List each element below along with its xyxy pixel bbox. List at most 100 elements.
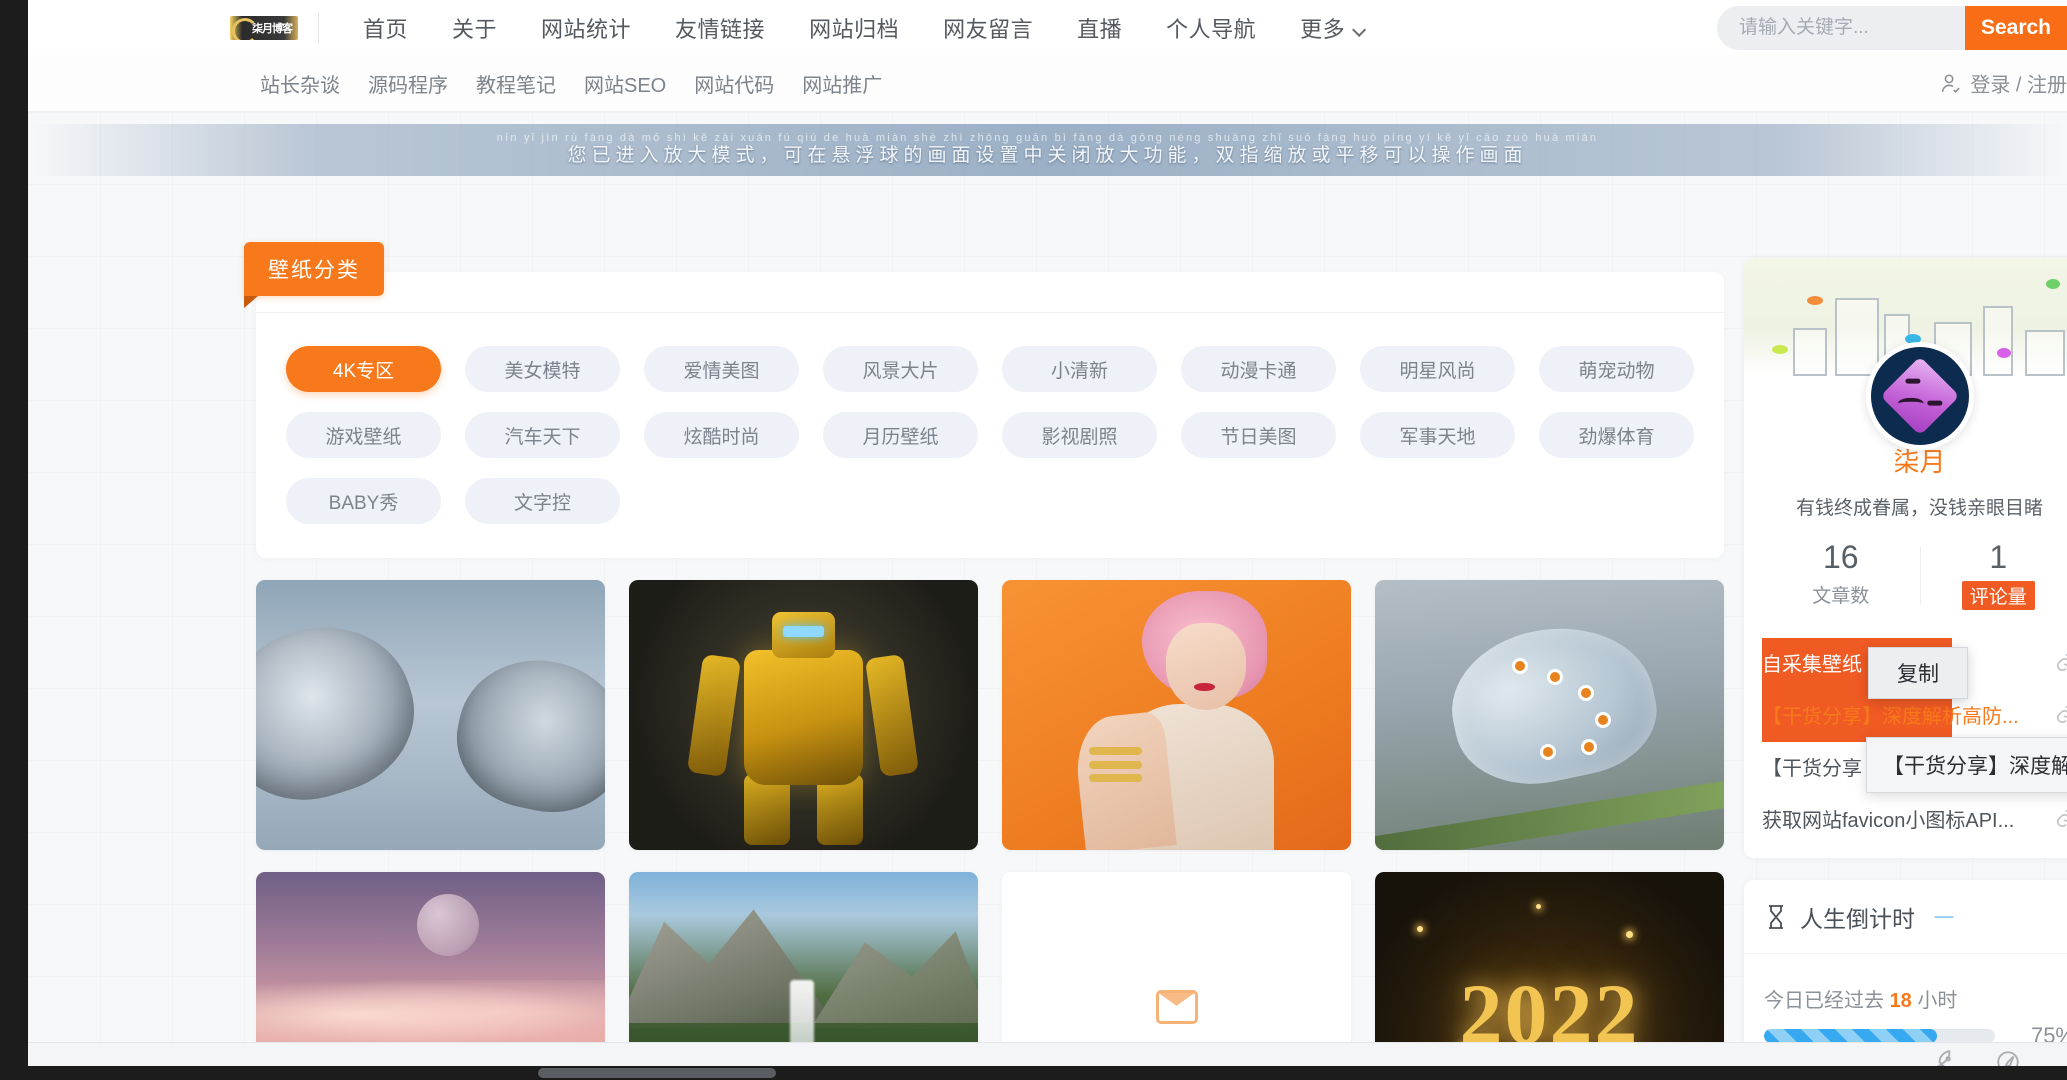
nav-personal[interactable]: 个人导航 xyxy=(1144,12,1278,44)
thumb-radio-telescope[interactable] xyxy=(256,580,605,850)
yellow-robot-image xyxy=(629,580,978,850)
page-body: nín yǐ jìn rù fàng dà mó shì kě zài xuán… xyxy=(28,112,2067,1042)
logo-divider xyxy=(318,12,319,43)
stat-articles-value: 16 xyxy=(1822,539,1859,575)
search-box: Search xyxy=(1716,6,2067,50)
context-menu-copy[interactable]: 复制 xyxy=(1868,647,1968,699)
screenshot-viewport: 柒月博客 首页 关于 网站统计 友情链接 网站归档 网友留言 直播 个人导航 更… xyxy=(0,0,2067,1080)
category-celebrity[interactable]: 明星风尚 xyxy=(1360,346,1515,392)
nav-archive[interactable]: 网站归档 xyxy=(787,12,921,44)
hourglass-icon xyxy=(1769,904,1783,929)
category-sports[interactable]: 劲爆体育 xyxy=(1539,412,1694,458)
nav-links[interactable]: 友情链接 xyxy=(653,12,787,44)
user-icon xyxy=(1942,73,1961,93)
login-register-link[interactable]: 登录 / 注册 xyxy=(1939,69,2067,98)
countdown-collapse-button[interactable]: － xyxy=(1931,898,1957,935)
logo-image: 柒月博客 xyxy=(230,15,298,40)
link-icon[interactable] xyxy=(2055,807,2067,829)
thumb-butterfly[interactable] xyxy=(1375,580,1724,850)
category-4k[interactable]: 4K专区 xyxy=(286,346,441,392)
magnify-mode-banner: nín yǐ jìn rù fàng dà mó shì kě zài xuán… xyxy=(28,124,2067,176)
countdown-title: 人生倒计时 xyxy=(1800,905,1915,932)
today-percent: 75% xyxy=(2030,1023,2067,1042)
category-ribbon: 壁纸分类 xyxy=(244,242,384,308)
stat-articles[interactable]: 16 文章数 xyxy=(1762,539,1920,610)
countdown-row-today-label: 今日已经过去 18 小时 xyxy=(1764,984,2067,1013)
article-title-2: 【干货分享】深度解析高防... xyxy=(1762,705,2019,728)
category-model[interactable]: 美女模特 xyxy=(465,346,620,392)
category-movies[interactable]: 影视剧照 xyxy=(1002,412,1157,458)
thumb-waterfall[interactable] xyxy=(629,872,978,1042)
year-2022-text: 2022 xyxy=(1459,965,1640,1042)
category-scenery[interactable]: 风景大片 xyxy=(823,346,978,392)
sub-nav: 站长杂谈 源码程序 教程笔记 网站SEO 网站代码 网站推广 登录 / 注册 xyxy=(28,55,2067,112)
article-title-1: 自采集壁纸 xyxy=(1762,653,1862,676)
category-grid: 4K专区 美女模特 爱情美图 风景大片 小清新 动漫卡通 明星风尚 萌宠动物 游… xyxy=(286,346,1694,524)
article-tooltip: 【干货分享】深度解析高防服 xyxy=(1866,737,2067,793)
search-button[interactable]: Search xyxy=(1964,6,2067,50)
butterfly-image xyxy=(1375,580,1724,850)
category-festival[interactable]: 节日美图 xyxy=(1181,412,1336,458)
profile-stats: 16 文章数 1 评论量 xyxy=(1762,539,2067,611)
category-military[interactable]: 军事天地 xyxy=(1360,412,1515,458)
countdown-row-today-bar: 75% xyxy=(1764,1023,2067,1042)
link-icon[interactable] xyxy=(2055,703,2067,725)
thumb-pink-hair-woman[interactable] xyxy=(1002,580,1351,850)
image-placeholder xyxy=(1002,872,1351,1042)
pink-hair-woman-image xyxy=(1002,580,1351,850)
nav-home[interactable]: 首页 xyxy=(341,12,430,44)
nav-live[interactable]: 直播 xyxy=(1055,12,1144,44)
category-love[interactable]: 爱情美图 xyxy=(644,346,799,392)
avatar[interactable] xyxy=(1865,342,1974,450)
subnav-promo[interactable]: 网站推广 xyxy=(788,69,896,98)
thumb-yellow-robot[interactable] xyxy=(629,580,978,850)
category-pets[interactable]: 萌宠动物 xyxy=(1539,346,1694,392)
thumb-2022-stars[interactable]: 2022 xyxy=(1375,872,1724,1042)
horizontal-scrollbar[interactable] xyxy=(0,1066,2067,1080)
magnify-pinyin: nín yǐ jìn rù fàng dà mó shì kě zài xuán… xyxy=(496,132,1599,145)
site-header: 柒月博客 首页 关于 网站统计 友情链接 网站归档 网友留言 直播 个人导航 更… xyxy=(28,0,2067,55)
category-fresh[interactable]: 小清新 xyxy=(1002,346,1157,392)
link-icon[interactable] xyxy=(2055,651,2067,673)
thumb-sunset-clouds[interactable] xyxy=(256,872,605,1042)
sunset-clouds-image xyxy=(256,872,605,1042)
subnav-source[interactable]: 源码程序 xyxy=(354,69,462,98)
article-title-4: 获取网站favicon小图标API... xyxy=(1762,809,2015,832)
search-input[interactable] xyxy=(1716,6,1965,50)
chevron-down-icon xyxy=(1352,22,1367,37)
nav-about[interactable]: 关于 xyxy=(430,12,519,44)
subnav-zhanzhang[interactable]: 站长杂谈 xyxy=(246,69,354,98)
article-row-4[interactable]: 获取网站favicon小图标API... xyxy=(1762,792,2067,844)
today-value: 18 xyxy=(1889,990,1912,1013)
stat-comments-value: 1 xyxy=(1989,539,2008,575)
site-logo[interactable]: 柒月博客 xyxy=(228,11,300,45)
category-cars[interactable]: 汽车天下 xyxy=(465,412,620,458)
stat-comments[interactable]: 1 评论量 xyxy=(1919,539,2067,611)
today-progress-fill xyxy=(1764,1029,1938,1042)
stat-comments-label: 评论量 xyxy=(1961,581,2035,611)
article-title-3: 【干货分享 xyxy=(1762,757,1862,780)
horizontal-scrollbar-thumb[interactable] xyxy=(538,1068,776,1078)
category-calendar[interactable]: 月历壁纸 xyxy=(823,412,978,458)
main-nav: 首页 关于 网站统计 友情链接 网站归档 网友留言 直播 个人导航 更多 xyxy=(341,12,1384,44)
subnav-code[interactable]: 网站代码 xyxy=(680,69,788,98)
category-baby[interactable]: BABY秀 xyxy=(286,478,441,524)
subnav-seo[interactable]: 网站SEO xyxy=(570,69,680,98)
countdown-header: 人生倒计时 － xyxy=(1744,880,2067,955)
context-menu-copy-label: 复制 xyxy=(1897,663,1939,686)
today-progress-track xyxy=(1764,1029,1995,1042)
radio-telescope-image xyxy=(256,580,605,850)
wallpaper-gallery: 2022 xyxy=(256,580,1724,1042)
nav-guestbook[interactable]: 网友留言 xyxy=(921,12,1055,44)
category-fashion[interactable]: 炫酷时尚 xyxy=(644,412,799,458)
category-anime[interactable]: 动漫卡通 xyxy=(1181,346,1336,392)
nav-stats[interactable]: 网站统计 xyxy=(519,12,653,44)
thumb-loading-placeholder[interactable] xyxy=(1002,872,1351,1042)
page-root: 柒月博客 首页 关于 网站统计 友情链接 网站归档 网友留言 直播 个人导航 更… xyxy=(28,0,2067,1042)
category-text[interactable]: 文字控 xyxy=(465,478,620,524)
nav-more[interactable]: 更多 xyxy=(1278,12,1384,44)
login-register-label: 登录 / 注册 xyxy=(1970,74,2067,97)
category-games[interactable]: 游戏壁纸 xyxy=(286,412,441,458)
today-unit: 小时 xyxy=(1917,990,1958,1013)
subnav-tutorial[interactable]: 教程笔记 xyxy=(462,69,570,98)
